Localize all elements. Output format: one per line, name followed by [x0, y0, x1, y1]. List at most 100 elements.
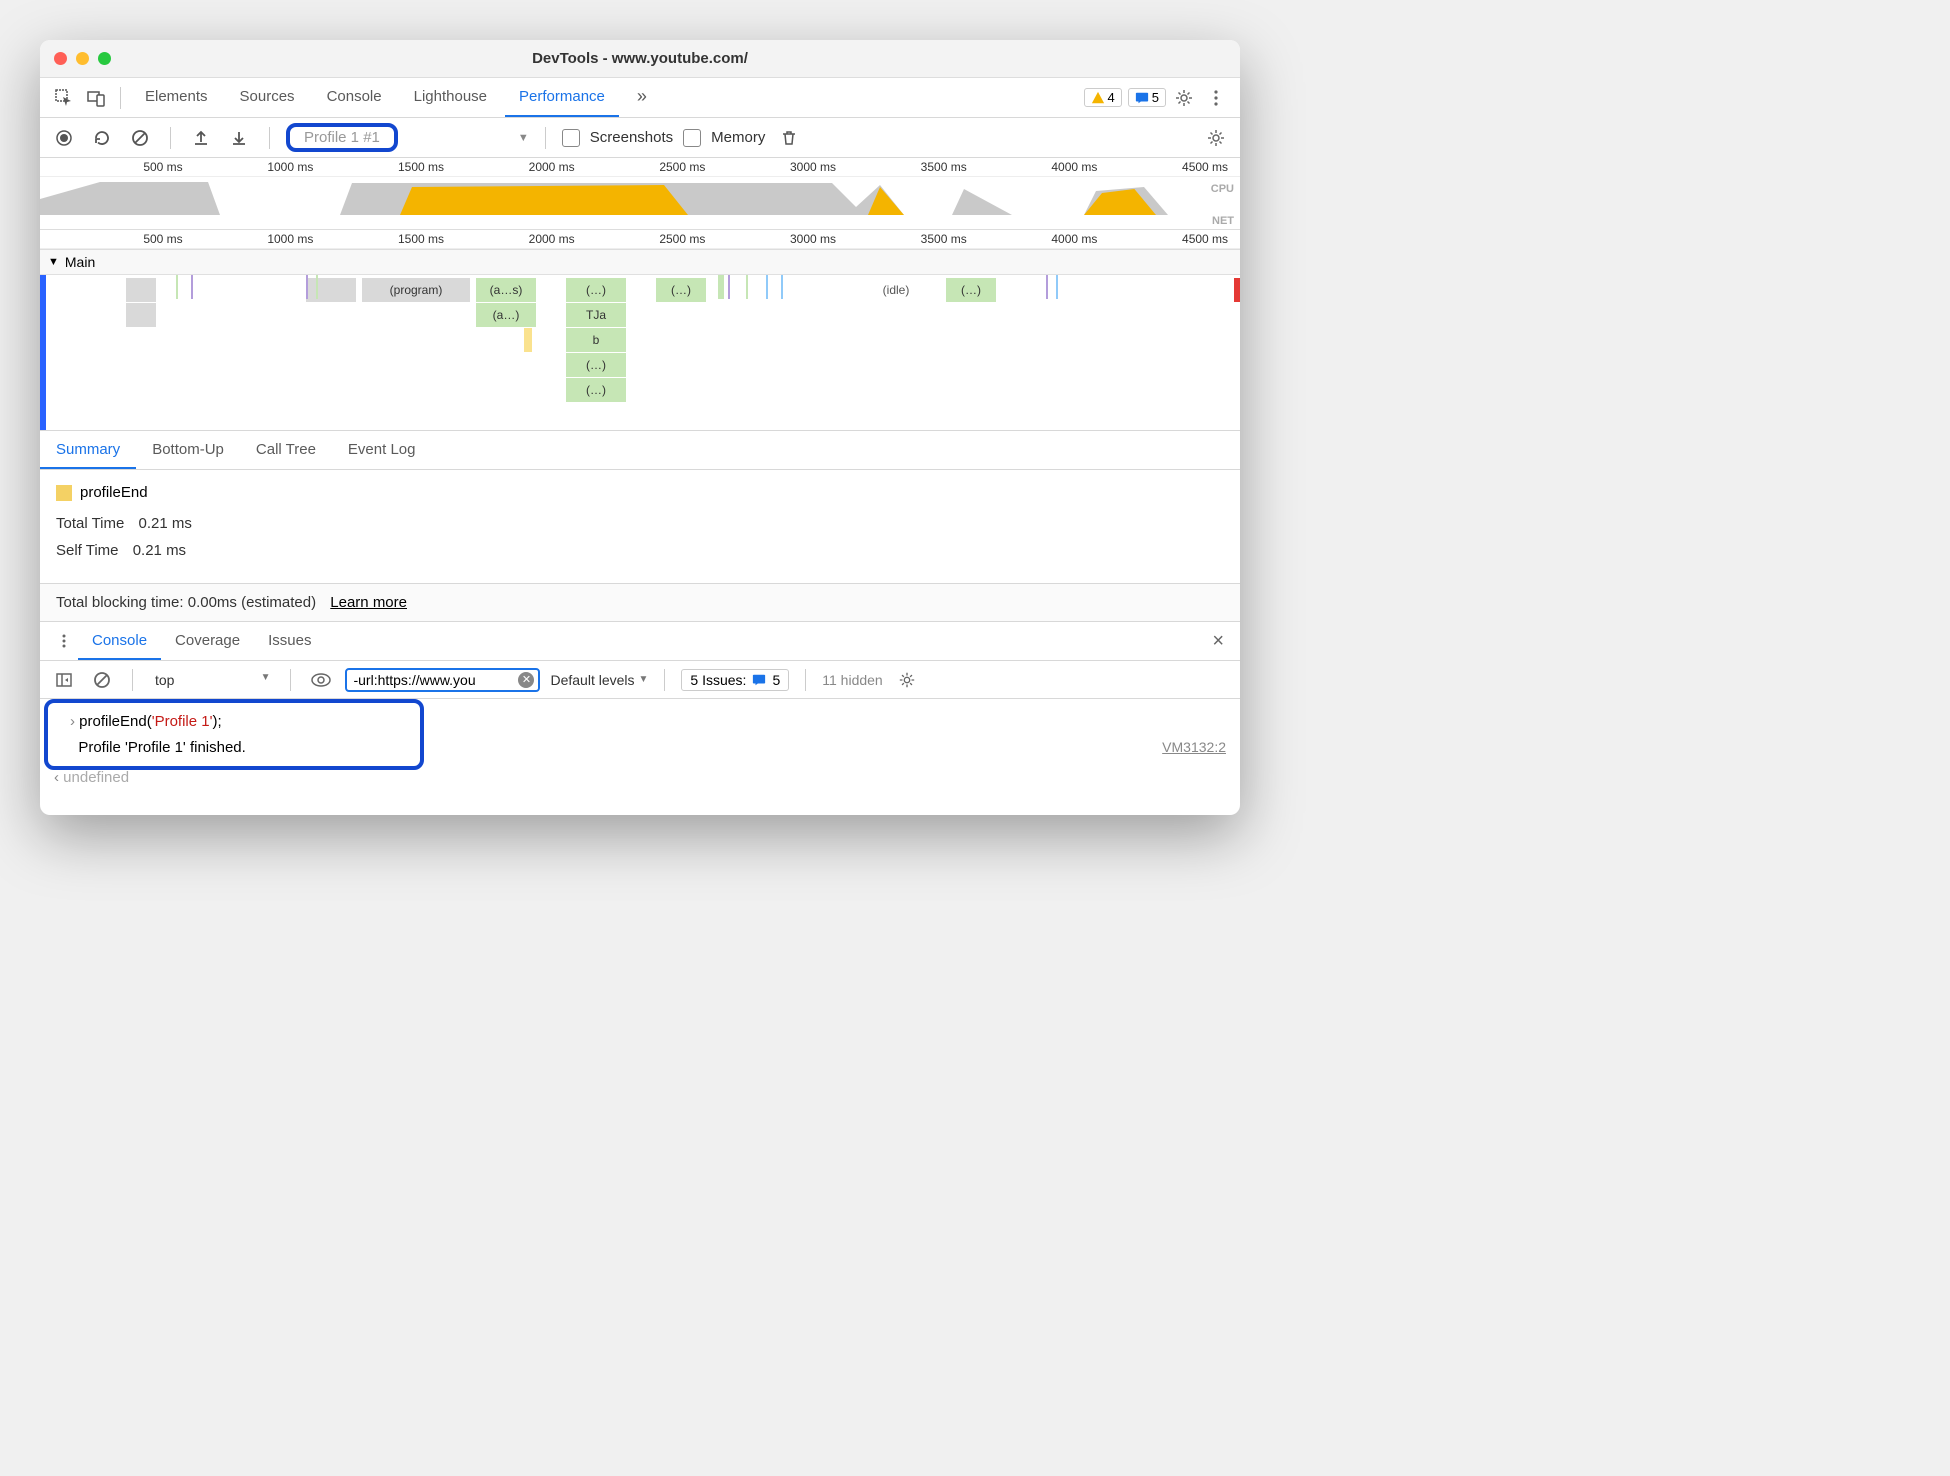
- flame-program: (program): [362, 278, 470, 302]
- upload-icon[interactable]: [187, 124, 215, 152]
- main-tabbar: Elements Sources Console Lighthouse Perf…: [40, 78, 1240, 118]
- subtab-call-tree[interactable]: Call Tree: [240, 431, 332, 469]
- self-time-value: 0.21 ms: [133, 542, 186, 559]
- separator: [132, 669, 133, 691]
- overview-timeline[interactable]: 500 ms1000 ms1500 ms2000 ms2500 ms3000 m…: [40, 158, 1240, 249]
- flame-ellipsis-5: (…): [946, 278, 996, 302]
- context-selector[interactable]: top: [149, 672, 274, 688]
- summary-event-title: profileEnd: [56, 484, 1224, 501]
- console-input-line: › profileEnd('Profile 1');: [70, 709, 410, 735]
- tab-performance[interactable]: Performance: [505, 78, 619, 117]
- devtools-window: DevTools - www.youtube.com/ Elements Sou…: [40, 40, 1240, 815]
- close-window-icon[interactable]: [54, 52, 67, 65]
- drawer-tab-issues[interactable]: Issues: [254, 622, 325, 660]
- drawer-kebab-icon[interactable]: [50, 627, 78, 655]
- blocking-time-text: Total blocking time: 0.00ms (estimated): [56, 594, 316, 611]
- drawer-tab-console[interactable]: Console: [78, 622, 161, 660]
- detail-ruler: 500 ms1000 ms1500 ms2000 ms2500 ms3000 m…: [40, 229, 1240, 249]
- screenshots-checkbox[interactable]: [562, 129, 580, 147]
- separator: [664, 669, 665, 691]
- flame-red-marker: [1234, 278, 1240, 302]
- profile-selector-label: Profile 1 #1: [304, 129, 380, 146]
- flame-chart[interactable]: (program) (a…s) (a…) (…) TJa b (…) (…) (…: [40, 275, 1240, 430]
- console-log-line: Profile 'Profile 1' finished.: [70, 735, 410, 761]
- flame-b: b: [566, 328, 626, 352]
- tab-elements[interactable]: Elements: [131, 78, 222, 117]
- summary-event-name: profileEnd: [80, 484, 148, 501]
- warnings-count: 4: [1108, 90, 1115, 105]
- live-expression-icon[interactable]: [307, 666, 335, 694]
- separator: [545, 127, 546, 149]
- main-thread-header[interactable]: ▼ Main: [40, 250, 1240, 275]
- flame-tja: TJa: [566, 303, 626, 327]
- chevron-down-icon[interactable]: ▼: [518, 132, 529, 144]
- subtab-bottom-up[interactable]: Bottom-Up: [136, 431, 240, 469]
- tab-console[interactable]: Console: [313, 78, 396, 117]
- summary-panel: profileEnd Total Time 0.21 ms Self Time …: [40, 470, 1240, 583]
- console-filter-input[interactable]: -url:https://www.you ✕: [345, 668, 540, 692]
- tab-overflow-icon[interactable]: »: [623, 78, 659, 117]
- window-title: DevTools - www.youtube.com/: [40, 50, 1240, 67]
- separator: [290, 669, 291, 691]
- overview-ruler: 500 ms1000 ms1500 ms2000 ms2500 ms3000 m…: [40, 158, 1240, 177]
- issues-label: 5 Issues:: [690, 672, 746, 688]
- main-thread-label: Main: [65, 254, 95, 270]
- details-subtabs: Summary Bottom-Up Call Tree Event Log: [40, 430, 1240, 470]
- minimize-window-icon[interactable]: [76, 52, 89, 65]
- self-time-row: Self Time 0.21 ms: [56, 542, 1224, 559]
- reload-icon[interactable]: [88, 124, 116, 152]
- download-icon[interactable]: [225, 124, 253, 152]
- console-settings-icon[interactable]: [893, 666, 921, 694]
- hidden-messages-count[interactable]: 11 hidden: [822, 672, 882, 688]
- maximize-window-icon[interactable]: [98, 52, 111, 65]
- messages-badge[interactable]: 5: [1128, 88, 1166, 107]
- vm-source-link[interactable]: VM3132:2: [1162, 739, 1226, 755]
- self-time-label: Self Time: [56, 542, 119, 559]
- console-toolbar: top -url:https://www.you ✕ Default level…: [40, 661, 1240, 699]
- console-clear-icon[interactable]: [88, 666, 116, 694]
- flame-idle: (idle): [866, 278, 926, 302]
- separator: [120, 87, 121, 109]
- context-label: top: [155, 672, 174, 688]
- status-badges: 4 5: [1084, 88, 1166, 107]
- console-sidebar-toggle-icon[interactable]: [50, 666, 78, 694]
- flame-anon-s: (a…s): [476, 278, 536, 302]
- total-time-label: Total Time: [56, 515, 124, 532]
- separator: [269, 127, 270, 149]
- profile-selector[interactable]: Profile 1 #1: [286, 123, 398, 152]
- blocking-time-bar: Total blocking time: 0.00ms (estimated) …: [40, 583, 1240, 621]
- net-label: NET: [1212, 215, 1234, 227]
- subtab-event-log[interactable]: Event Log: [332, 431, 432, 469]
- levels-label: Default levels: [550, 672, 634, 688]
- collapse-triangle-icon: ▼: [48, 256, 59, 268]
- issues-count: 5: [772, 672, 780, 688]
- drawer-tabbar: Console Coverage Issues ×: [40, 621, 1240, 661]
- console-output[interactable]: › profileEnd('Profile 1'); Profile 'Prof…: [40, 699, 1240, 815]
- kebab-menu-icon[interactable]: [1202, 84, 1230, 112]
- memory-label: Memory: [711, 129, 765, 146]
- warnings-badge[interactable]: 4: [1084, 88, 1122, 107]
- close-drawer-icon[interactable]: ×: [1206, 630, 1230, 653]
- flame-ellipsis-1: (…): [566, 278, 626, 302]
- capture-settings-icon[interactable]: [1202, 124, 1230, 152]
- trash-icon[interactable]: [775, 124, 803, 152]
- flame-anon: (a…): [476, 303, 536, 327]
- drawer-tab-coverage[interactable]: Coverage: [161, 622, 254, 660]
- subtab-summary[interactable]: Summary: [40, 431, 136, 469]
- record-icon[interactable]: [50, 124, 78, 152]
- cpu-net-overview: CPU NET: [40, 177, 1240, 229]
- chevron-down-icon: ▼: [639, 674, 649, 685]
- device-toggle-icon[interactable]: [82, 84, 110, 112]
- tab-sources[interactable]: Sources: [226, 78, 309, 117]
- memory-checkbox[interactable]: [683, 129, 701, 147]
- messages-count: 5: [1152, 90, 1159, 105]
- inspect-icon[interactable]: [50, 84, 78, 112]
- log-levels-selector[interactable]: Default levels ▼: [550, 672, 648, 688]
- issues-button[interactable]: 5 Issues: 5: [681, 669, 789, 691]
- settings-icon[interactable]: [1170, 84, 1198, 112]
- clear-icon[interactable]: [126, 124, 154, 152]
- main-thread-section: ▼ Main (program) (a…s) (a…) (…) TJa b (……: [40, 249, 1240, 430]
- tab-lighthouse[interactable]: Lighthouse: [400, 78, 501, 117]
- learn-more-link[interactable]: Learn more: [330, 594, 407, 611]
- clear-filter-icon[interactable]: ✕: [518, 672, 534, 688]
